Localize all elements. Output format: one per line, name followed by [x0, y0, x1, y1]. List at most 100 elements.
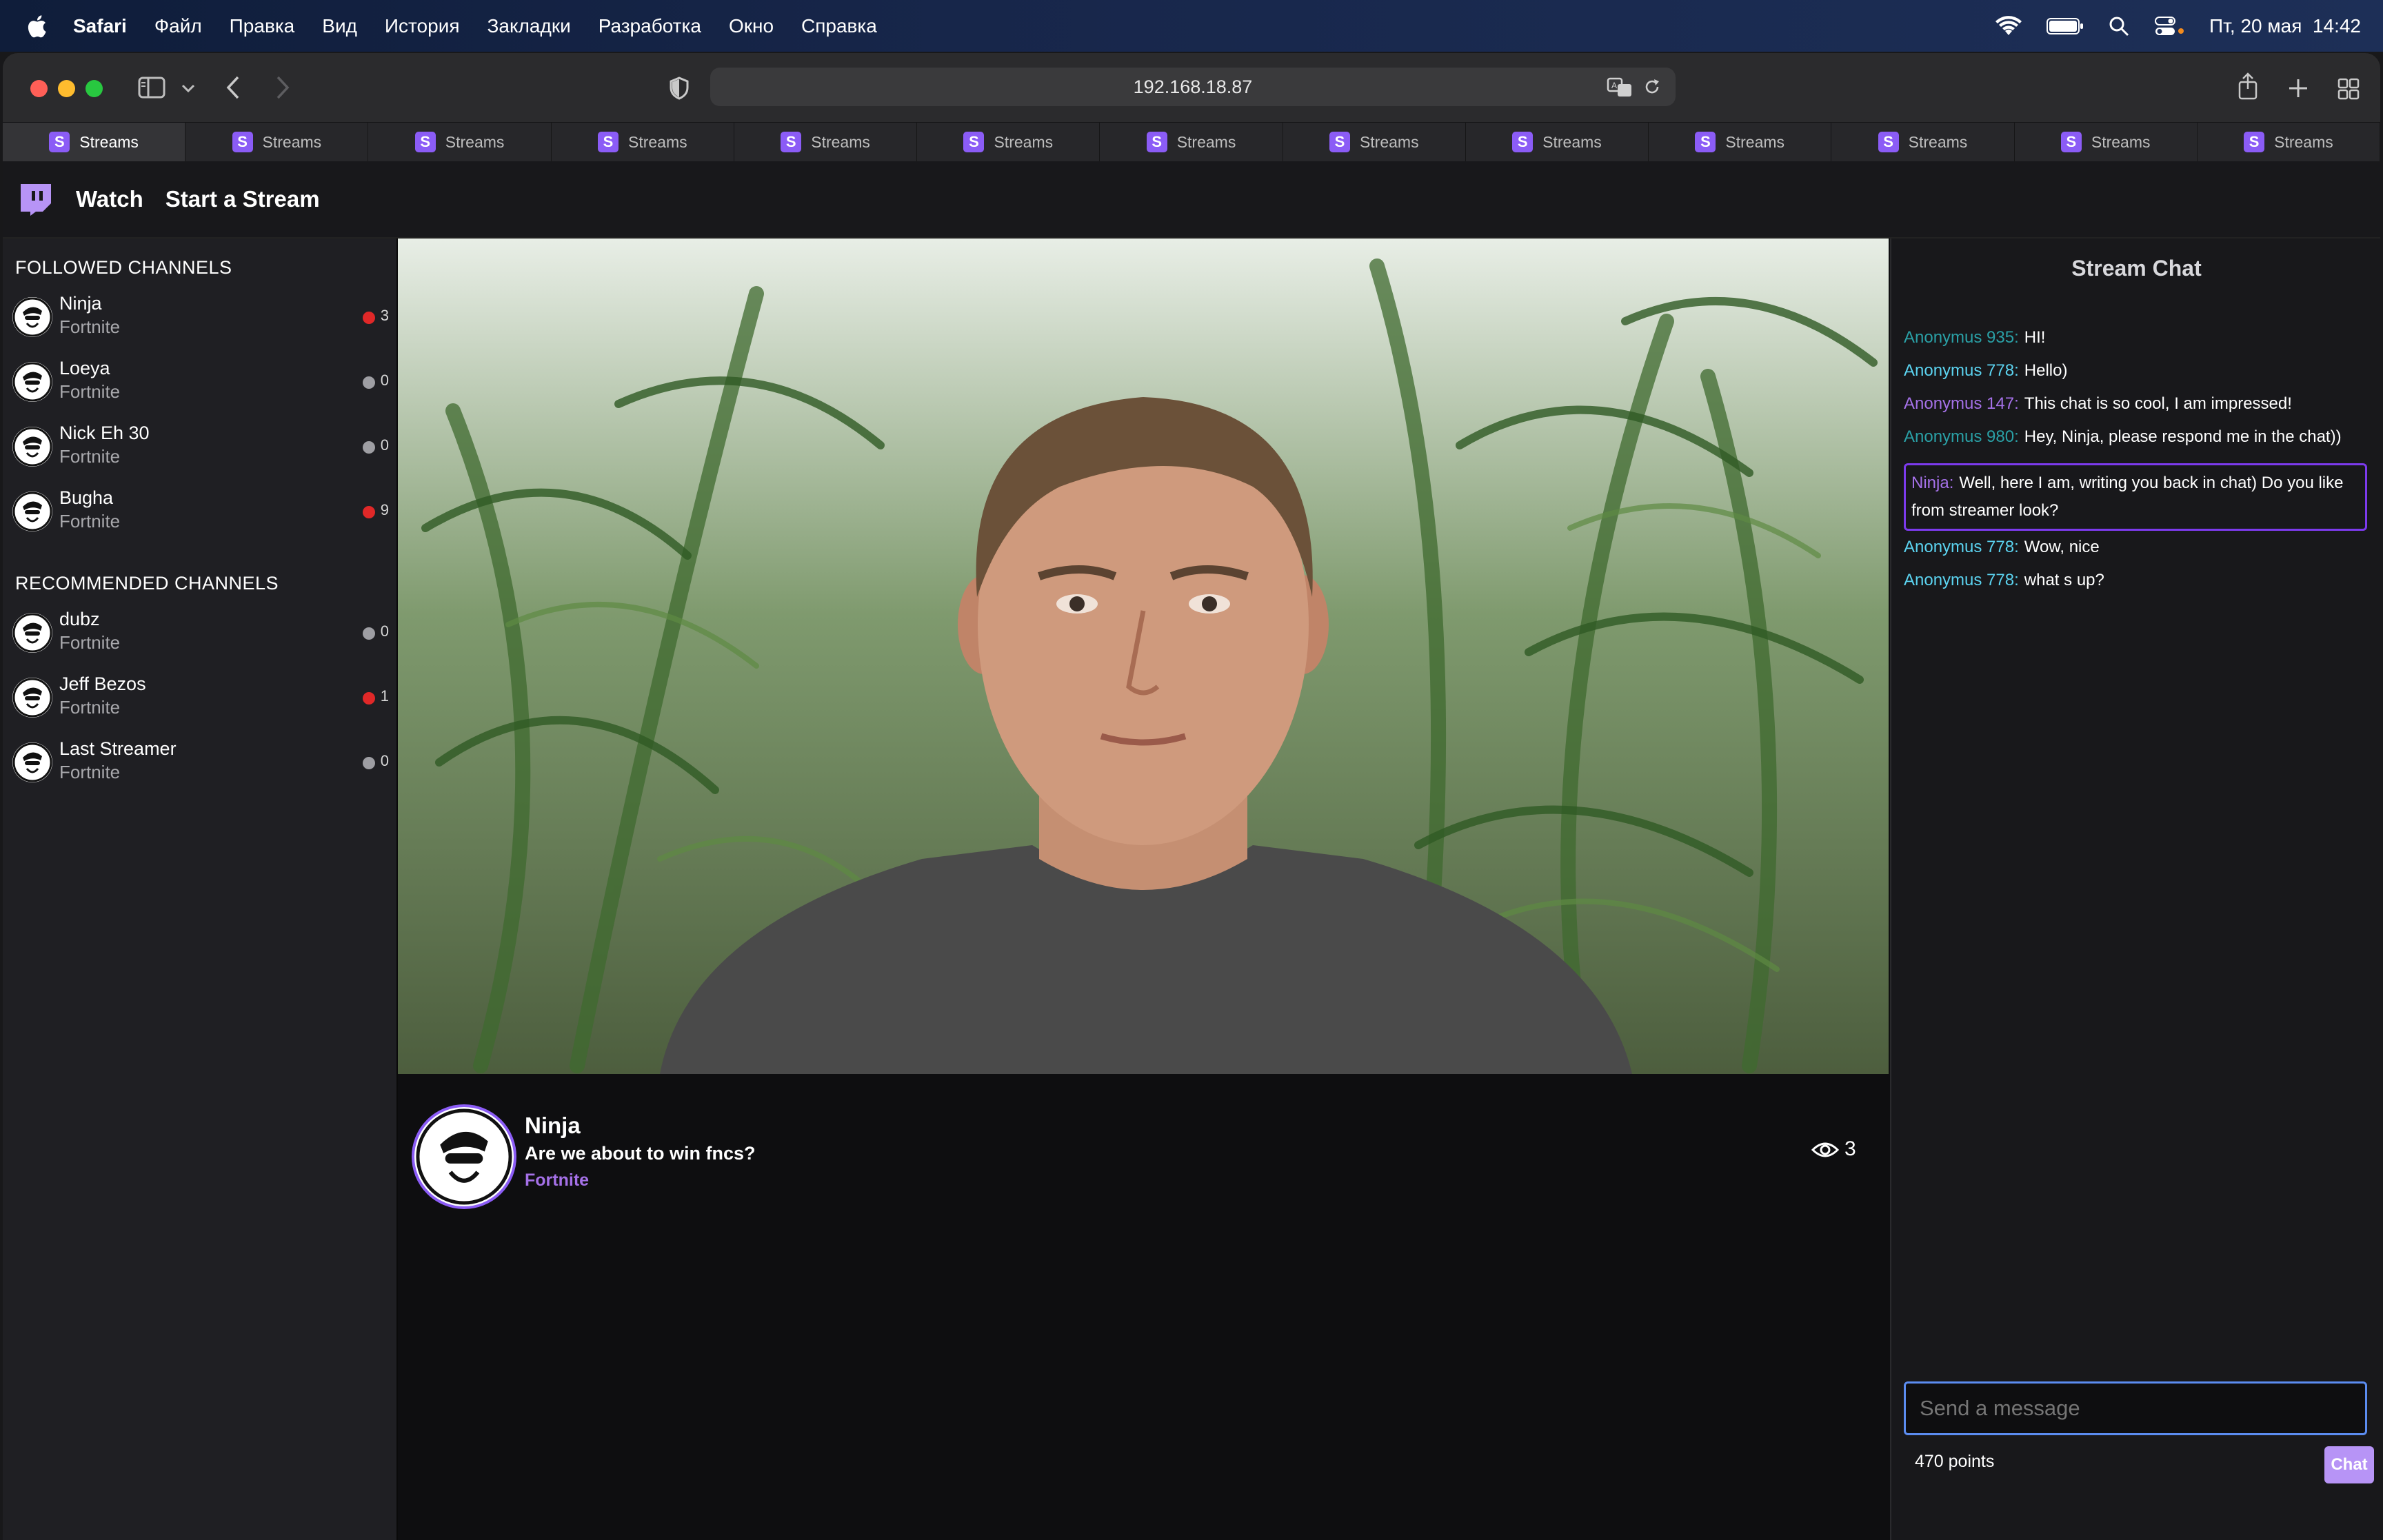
reload-icon[interactable]: [1642, 77, 1662, 97]
tab-title: Streams: [445, 132, 505, 151]
streams-favicon-icon: S: [1878, 132, 1899, 152]
wifi-icon[interactable]: [1995, 15, 2022, 37]
recommended-channel-item[interactable]: Last Streamer Fortnite 0: [12, 736, 392, 789]
video-player[interactable]: [398, 239, 1889, 1074]
menu-app-name[interactable]: Safari: [73, 15, 127, 37]
followed-channel-item[interactable]: Ninja Fortnite 3: [12, 290, 392, 344]
channel-game: Fortnite: [59, 762, 121, 782]
send-chat-button[interactable]: Chat: [2324, 1446, 2374, 1483]
browser-tab[interactable]: S Streams: [2197, 123, 2380, 161]
zoom-window-button[interactable]: [86, 80, 103, 97]
browser-tab[interactable]: S Streams: [1831, 123, 2015, 161]
chat-text: what s up?: [2024, 571, 2104, 589]
ninja-avatar-icon: [12, 492, 52, 531]
points-balance[interactable]: 470 points: [1915, 1452, 1994, 1472]
apple-logo-icon[interactable]: [26, 14, 47, 39]
chat-username[interactable]: Ninja:: [1911, 474, 1953, 492]
tab-title: Streams: [1908, 132, 1968, 151]
browser-tab[interactable]: S Streams: [734, 123, 918, 161]
viewer-count: 3: [380, 307, 389, 324]
chat-text: Well, here I am, writing you back in cha…: [1911, 474, 2344, 520]
stream-title: Are we about to win fncs?: [525, 1143, 756, 1164]
avatar: [12, 427, 52, 467]
browser-tab[interactable]: S Streams: [2014, 123, 2198, 161]
offline-status-dot: [363, 441, 375, 454]
address-bar[interactable]: 192.168.18.87 A: [710, 68, 1676, 106]
channel-game: Fortnite: [59, 697, 121, 718]
translate-icon[interactable]: A: [1607, 77, 1633, 98]
menu-develop[interactable]: Разработка: [599, 15, 701, 37]
menu-file[interactable]: Файл: [154, 15, 202, 37]
chat-message-highlighted: Ninja: Well, here I am, writing you back …: [1904, 463, 2367, 531]
url-text: 192.168.18.87: [1133, 77, 1253, 97]
chat-username[interactable]: Anonymus 935:: [1904, 328, 2019, 347]
battery-icon[interactable]: [2047, 17, 2084, 35]
chat-message: Anonymus 147: This chat is so cool, I am …: [1904, 390, 2373, 418]
recommended-channel-item[interactable]: dubz Fortnite 0: [12, 606, 392, 660]
channel-game: Fortnite: [59, 511, 121, 531]
followed-channel-item[interactable]: Bugha Fortnite 9: [12, 485, 392, 538]
browser-tab[interactable]: S Streams: [1100, 123, 1283, 161]
sidebar-toggle-icon[interactable]: [138, 77, 165, 99]
browser-tab[interactable]: S Streams: [1649, 123, 1832, 161]
control-center-icon[interactable]: [2154, 16, 2184, 37]
recommended-channel-item[interactable]: Jeff Bezos Fortnite 1: [12, 671, 392, 725]
menu-edit[interactable]: Правка: [230, 15, 295, 37]
browser-tab[interactable]: S Streams: [1465, 123, 1649, 161]
menu-window[interactable]: Окно: [729, 15, 774, 37]
viewer-count: 0: [380, 436, 389, 454]
back-arrow-icon[interactable]: [225, 75, 241, 100]
stream-game-link[interactable]: Fortnite: [525, 1171, 589, 1191]
chat-username[interactable]: Anonymus 778:: [1904, 571, 2019, 589]
avatar: [12, 613, 52, 653]
browser-tab[interactable]: S Streams: [3, 123, 186, 161]
close-window-button[interactable]: [30, 80, 48, 97]
new-tab-plus-icon[interactable]: [2288, 78, 2309, 99]
streamer-avatar[interactable]: [412, 1104, 516, 1209]
avatar: [12, 492, 52, 531]
browser-tab[interactable]: S Streams: [917, 123, 1100, 161]
nav-start-stream-link[interactable]: Start a Stream: [165, 186, 320, 212]
streams-favicon-icon: S: [1329, 132, 1350, 152]
chat-message-input[interactable]: [1904, 1381, 2367, 1435]
chat-username[interactable]: Anonymus 778:: [1904, 538, 2019, 556]
streams-favicon-icon: S: [781, 132, 802, 152]
privacy-shield-icon[interactable]: [669, 77, 690, 100]
menu-history[interactable]: История: [385, 15, 460, 37]
menubar-datetime[interactable]: Пт, 20 мая 14:42: [2209, 15, 2361, 37]
share-icon[interactable]: [2237, 72, 2259, 100]
spotlight-search-icon[interactable]: [2109, 16, 2129, 37]
followed-channel-item[interactable]: Loeya Fortnite 0: [12, 355, 392, 409]
streamer-name[interactable]: Ninja: [525, 1113, 581, 1139]
browser-tab[interactable]: S Streams: [1283, 123, 1466, 161]
ninja-avatar-icon: [12, 742, 52, 782]
avatar: [12, 297, 52, 337]
nav-watch-link[interactable]: Watch: [76, 186, 143, 212]
streams-favicon-icon: S: [1146, 132, 1167, 152]
channel-game: Fortnite: [59, 381, 121, 402]
browser-tab[interactable]: S Streams: [551, 123, 734, 161]
offline-status-dot: [363, 627, 375, 640]
menu-help[interactable]: Справка: [801, 15, 877, 37]
chat-username[interactable]: Anonymus 980:: [1904, 427, 2019, 446]
twitch-logo-icon[interactable]: [18, 181, 54, 217]
minimize-window-button[interactable]: [58, 80, 75, 97]
tab-title: Streams: [262, 132, 322, 151]
chat-text: HI!: [2024, 328, 2046, 347]
avatar: [12, 362, 52, 402]
browser-tab[interactable]: S Streams: [368, 123, 552, 161]
viewer-count: 0: [380, 372, 389, 389]
menu-bookmarks[interactable]: Закладки: [487, 15, 571, 37]
chevron-down-icon[interactable]: [181, 83, 196, 93]
chat-username[interactable]: Anonymus 778:: [1904, 361, 2019, 380]
menu-view[interactable]: Вид: [322, 15, 357, 37]
forward-arrow-icon[interactable]: [274, 75, 291, 100]
browser-tab[interactable]: S Streams: [185, 123, 369, 161]
followed-channel-item[interactable]: Nick Eh 30 Fortnite 0: [12, 420, 392, 474]
tab-title: Streams: [1542, 132, 1602, 151]
chat-text: Hey, Ninja, please respond me in the cha…: [2024, 427, 2342, 446]
chat-username[interactable]: Anonymus 147:: [1904, 394, 2019, 413]
viewer-count: 1: [380, 687, 389, 705]
viewer-count-display: 3: [1844, 1137, 1856, 1160]
tab-overview-icon[interactable]: [2337, 78, 2360, 100]
